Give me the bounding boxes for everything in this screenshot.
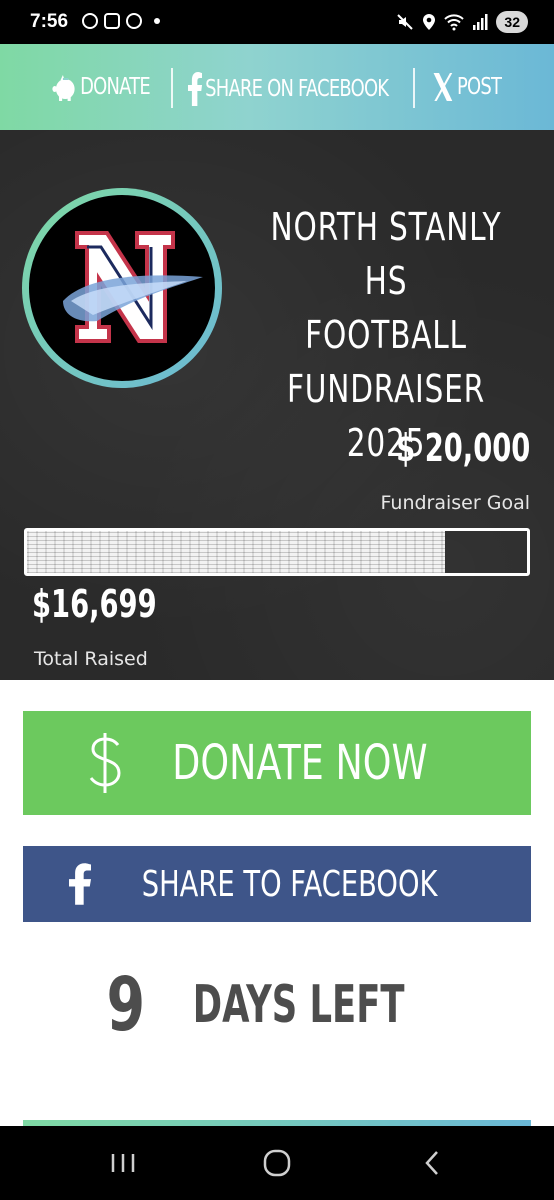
home-icon bbox=[263, 1149, 291, 1177]
instagram-icon bbox=[104, 13, 120, 29]
location-icon bbox=[423, 14, 436, 30]
title-line: FOOTBALL bbox=[305, 313, 467, 357]
system-navigation-bar bbox=[0, 1126, 554, 1200]
header-x-post-link[interactable]: POST bbox=[432, 72, 502, 102]
header-divider bbox=[171, 68, 173, 108]
header-x-post-label: POST bbox=[456, 74, 502, 100]
recent-apps-icon bbox=[111, 1154, 135, 1172]
facebook-icon bbox=[188, 72, 203, 106]
header-donate-link[interactable]: DONATE bbox=[52, 72, 151, 102]
back-button[interactable] bbox=[412, 1146, 452, 1180]
messenger-icon bbox=[82, 13, 98, 29]
status-bar: 7:56 32 bbox=[0, 0, 554, 44]
dollar-sign-icon bbox=[89, 733, 121, 793]
fundraiser-page: 7:56 32 DONATE SHARE ON FACEBOOK POST NO… bbox=[0, 0, 554, 1200]
header-donate-label: DONATE bbox=[80, 74, 151, 100]
status-time: 7:56 bbox=[30, 11, 69, 32]
messenger-icon bbox=[126, 13, 142, 29]
raised-label: Total Raised bbox=[34, 648, 148, 670]
goal-amount: $ 20,000 bbox=[395, 426, 530, 470]
back-chevron-icon bbox=[425, 1151, 438, 1175]
fundraiser-hero: NORTH STANLY HS FOOTBALL FUNDRAISER 2025… bbox=[0, 130, 554, 680]
battery-icon: 32 bbox=[496, 11, 528, 33]
more-notifications-dot bbox=[154, 18, 160, 24]
progress-fill bbox=[27, 531, 445, 573]
facebook-icon bbox=[69, 863, 92, 905]
goal-label: Fundraiser Goal bbox=[380, 492, 530, 514]
system-icons: 32 bbox=[396, 11, 528, 33]
title-line: NORTH STANLY HS bbox=[270, 205, 502, 303]
header-facebook-label: SHARE ON FACEBOOK bbox=[205, 76, 389, 102]
fundraiser-progress-bar bbox=[24, 528, 530, 576]
comet-icon bbox=[63, 275, 203, 322]
share-to-facebook-label: SHARE TO FACEBOOK bbox=[142, 863, 438, 905]
home-button[interactable] bbox=[257, 1146, 297, 1180]
notification-icons bbox=[82, 13, 160, 29]
mute-icon bbox=[397, 14, 414, 30]
signal-icon bbox=[473, 14, 488, 30]
days-left-countdown: 9 DAYS LEFT bbox=[0, 962, 554, 1048]
share-to-facebook-button[interactable]: SHARE TO FACEBOOK bbox=[23, 846, 531, 922]
x-logo-icon bbox=[433, 73, 453, 101]
team-logo-inner bbox=[29, 195, 215, 381]
donate-now-label: DONATE NOW bbox=[172, 735, 428, 791]
header-divider bbox=[413, 68, 415, 108]
recent-apps-button[interactable] bbox=[103, 1146, 143, 1180]
header-facebook-link[interactable]: SHARE ON FACEBOOK bbox=[188, 72, 389, 106]
team-logo bbox=[22, 188, 222, 388]
piggy-bank-icon bbox=[52, 75, 75, 101]
days-left-number: 9 bbox=[106, 962, 145, 1048]
donate-now-button[interactable]: DONATE NOW bbox=[23, 711, 531, 815]
share-header: DONATE SHARE ON FACEBOOK POST bbox=[0, 44, 554, 130]
raised-amount: $16,699 bbox=[32, 582, 157, 626]
days-left-label: DAYS LEFT bbox=[192, 975, 405, 1035]
wifi-icon bbox=[444, 14, 465, 31]
